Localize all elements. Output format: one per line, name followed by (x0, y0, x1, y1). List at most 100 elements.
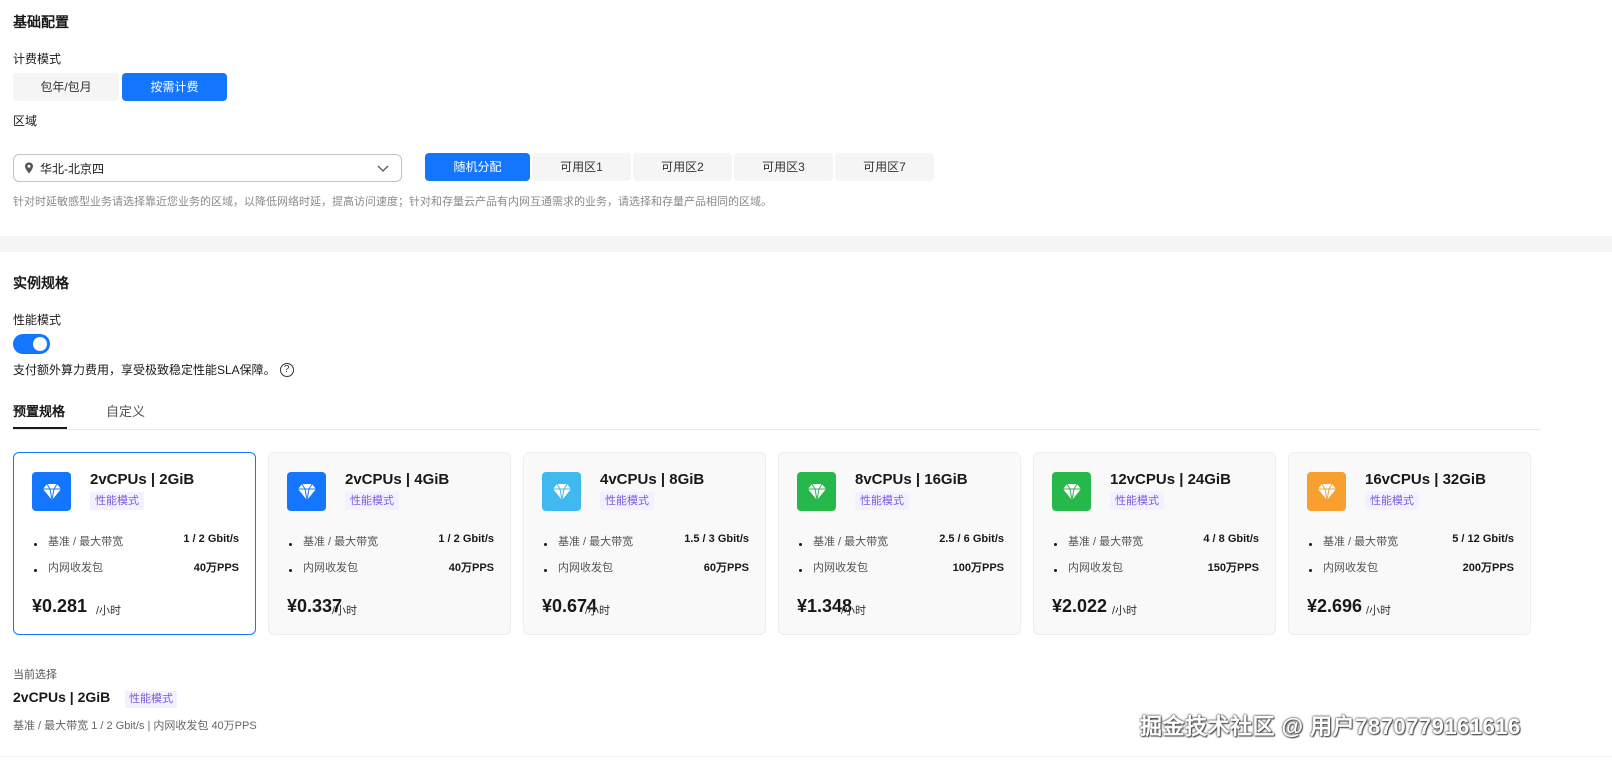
card-pps-row: 内网收发包 60万PPS (544, 559, 749, 575)
bullet-dot (1309, 542, 1312, 546)
card-pps-value: 60万PPS (703, 562, 749, 574)
card-pps-row: 内网收发包 200万PPS (1309, 559, 1514, 575)
card-mode-badge: 性能模式 (1110, 492, 1164, 510)
gem-icon (1307, 472, 1346, 511)
spec-card[interactable]: 2vCPUs | 4GiB 性能模式 基准 / 最大带宽 1 / 2 Gbit/s 内网… (268, 452, 511, 635)
card-bandwidth-value: 2.5 / 6 Gbit/s (939, 533, 1004, 545)
bullet-dot (34, 568, 37, 572)
spec-card[interactable]: 16vCPUs | 32GiB 性能模式基准 / 最大带宽 5 / 12 Gbit/… (1288, 452, 1531, 635)
card-bandwidth-label: 基准 / 最大带宽 (1068, 536, 1144, 548)
gem-icon (797, 472, 836, 511)
billing-option-yearly-monthly[interactable]: 包年/包月 (13, 73, 119, 101)
tab-custom[interactable]: 自定义 (106, 401, 145, 420)
card-spec: 12vCPUs | 24GiB (1110, 471, 1231, 488)
bullet-dot (544, 542, 547, 546)
card-spec: 16vCPUs | 32GiB (1365, 471, 1486, 488)
card-pps-row: 内网收发包 40万PPS (34, 559, 239, 575)
zone-option-random[interactable]: 随机分配 (425, 153, 530, 181)
current-selection-detail: 基准 / 最大带宽 1 / 2 Gbit/s | 内网收发包 40万PPS (13, 720, 257, 732)
active-tab-indicator (13, 427, 67, 429)
billing-mode-label: 计费模式 (13, 52, 62, 66)
card-price: ¥2.022 (1052, 596, 1108, 616)
tab-preset-specs[interactable]: 预置规格 (13, 401, 65, 420)
performance-mode-label: 性能模式 (13, 313, 62, 327)
card-pps-label: 内网收发包 (1323, 562, 1378, 574)
card-price-unit: /小时 (841, 605, 867, 617)
spec-card[interactable]: 8vCPUs | 16GiB 性能模式基准 / 最大带宽 2.5 / 6 Gbit/… (778, 452, 1021, 635)
bullet-dot (1309, 568, 1312, 572)
card-mode-badge: 性能模式 (855, 492, 909, 510)
card-price-unit: /小时 (585, 605, 611, 617)
spec-card[interactable]: 2vCPUs | 2GiB 性能模式基准 / 最大带宽 1 / 2 Gbit/s 内网… (13, 452, 256, 635)
card-pps-row: 内网收发包 100万PPS (799, 559, 1004, 575)
card-pps-label: 内网收发包 (48, 562, 103, 574)
diamond-icon (32, 472, 71, 511)
bottom-divider (0, 756, 1612, 757)
card-price-unit: /小时 (1366, 605, 1392, 617)
card-pps-label: 内网收发包 (558, 562, 613, 574)
card-spec: 2vCPUs | 2GiB (90, 471, 195, 488)
card-bandwidth-label: 基准 / 最大带宽 (558, 536, 634, 548)
card-pps-row: 内网收发包 150万PPS (1054, 559, 1259, 575)
performance-mode-desc: 支付额外算力费用，享受极致稳定性能SLA保障。 (13, 363, 276, 377)
billing-mode-segmented: 包年/包月 按需计费 (13, 73, 227, 101)
zone-option-7[interactable]: 可用区7 (835, 153, 934, 181)
card-spec: 8vCPUs | 16GiB (855, 471, 968, 488)
bullet-dot (34, 542, 37, 546)
section-divider (0, 236, 1612, 252)
gem-icon (542, 472, 581, 511)
diamond-icon (287, 472, 326, 511)
card-price: ¥2.696 (1307, 596, 1363, 616)
zone-option-1[interactable]: 可用区1 (532, 153, 631, 181)
billing-option-on-demand[interactable]: 按需计费 (122, 73, 227, 101)
basic-config-title: 基础配置 (13, 14, 69, 30)
card-bandwidth-value: 1 / 2 Gbit/s (183, 533, 239, 545)
card-price-unit: /小时 (96, 605, 122, 617)
card-bandwidth-value: 5 / 12 Gbit/s (1452, 533, 1514, 545)
card-bandwidth-row: 基准 / 最大带宽 1.5 / 3 Gbit/s (544, 533, 749, 549)
card-spec: 2vCPUs | 4GiB (345, 471, 450, 488)
chevron-down-icon (377, 165, 389, 172)
card-mode-badge: 性能模式 (600, 492, 654, 510)
watermark-text: 掘金技术社区 @ 用户7870779161616 (1140, 714, 1521, 739)
card-price-unit: /小时 (1112, 605, 1138, 617)
card-pps-row: 内网收发包 40万PPS (289, 559, 494, 575)
instance-spec-title: 实例规格 (13, 275, 69, 291)
card-mode-badge: 性能模式 (90, 492, 144, 510)
card-pps-value: 100万PPS (952, 562, 1004, 574)
zone-option-2[interactable]: 可用区2 (633, 153, 732, 181)
card-bandwidth-label: 基准 / 最大带宽 (303, 536, 379, 548)
zone-option-3[interactable]: 可用区3 (734, 153, 833, 181)
region-hint: 针对时延敏感型业务请选择靠近您业务的区域，以降低网络时延，提高访问速度；针对和存… (13, 196, 772, 208)
card-pps-value: 150万PPS (1207, 562, 1259, 574)
performance-mode-toggle[interactable] (13, 334, 50, 354)
region-select[interactable]: 华北-北京四 (13, 154, 402, 182)
card-bandwidth-label: 基准 / 最大带宽 (813, 536, 889, 548)
card-pps-value: 40万PPS (448, 562, 494, 574)
performance-mode-desc-row: 支付额外算力费用，享受极致稳定性能SLA保障。 ? (13, 361, 294, 378)
location-pin-icon (25, 162, 33, 174)
bullet-dot (1054, 568, 1057, 572)
card-bandwidth-value: 1.5 / 3 Gbit/s (684, 533, 749, 545)
bullet-dot (799, 568, 802, 572)
card-bandwidth-row: 基准 / 最大带宽 2.5 / 6 Gbit/s (799, 533, 1004, 549)
card-pps-label: 内网收发包 (1068, 562, 1123, 574)
current-selection-spec: 2vCPUs | 2GiB (13, 689, 111, 705)
question-circle-icon[interactable]: ? (279, 362, 294, 377)
basic-config-section: 基础配置 计费模式 包年/包月 按需计费 区域 华北-北京四 随机分配 可用区1… (0, 0, 1612, 236)
card-bandwidth-row: 基准 / 最大带宽 5 / 12 Gbit/s (1309, 533, 1514, 549)
card-bandwidth-value: 4 / 8 Gbit/s (1203, 533, 1259, 545)
card-mode-badge: 性能模式 (1365, 492, 1419, 510)
spec-card[interactable]: 4vCPUs | 8GiB 性能模式基准 / 最大带宽 1.5 / 3 Gbit/s… (523, 452, 766, 635)
card-spec: 4vCPUs | 8GiB (600, 471, 705, 488)
card-bandwidth-row: 基准 / 最大带宽 1 / 2 Gbit/s (289, 533, 494, 549)
card-pps-value: 40万PPS (193, 562, 239, 574)
spec-card[interactable]: 12vCPUs | 24GiB 性能模式基准 / 最大带宽 4 / 8 Gbit/s… (1033, 452, 1276, 635)
region-value: 华北-北京四 (40, 161, 104, 176)
bullet-dot (289, 568, 292, 572)
bullet-dot (289, 542, 292, 546)
current-selection-mode-badge: 性能模式 (125, 691, 177, 708)
card-bandwidth-row: 基准 / 最大带宽 1 / 2 Gbit/s (34, 533, 239, 549)
card-bandwidth-value: 1 / 2 Gbit/s (438, 533, 494, 545)
card-pps-label: 内网收发包 (303, 562, 358, 574)
